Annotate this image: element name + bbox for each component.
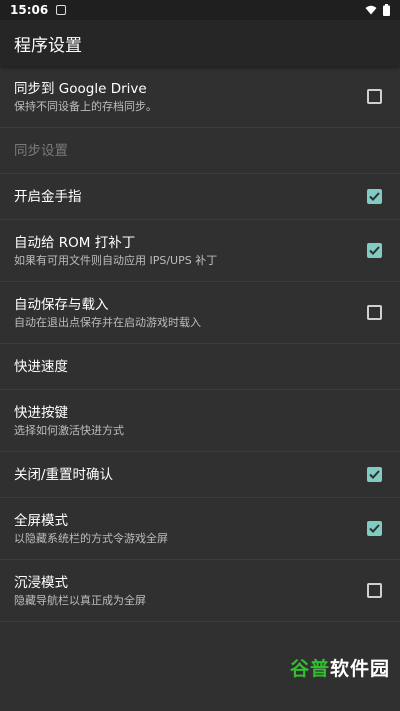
fullscreen-mode-checkbox[interactable] <box>367 521 382 536</box>
check-icon <box>369 524 380 533</box>
settings-list: 同步到 Google Drive 保持不同设备上的存档同步。 同步设置 开启金手… <box>0 66 400 622</box>
setting-enable-cheats[interactable]: 开启金手指 <box>0 174 400 220</box>
setting-title: 同步到 Google Drive <box>14 80 147 97</box>
setting-fast-forward-key[interactable]: 快进按键 选择如何激活快进方式 <box>0 390 400 452</box>
setting-title: 沉浸模式 <box>14 574 68 591</box>
wifi-icon <box>365 5 377 15</box>
sync-google-drive-checkbox[interactable] <box>367 89 382 104</box>
status-time: 15:06 <box>10 3 49 17</box>
setting-confirm-on-close-reset[interactable]: 关闭/重置时确认 <box>0 452 400 498</box>
setting-sync-google-drive[interactable]: 同步到 Google Drive 保持不同设备上的存档同步。 <box>0 66 400 128</box>
setting-summary: 以隐藏系统栏的方式令游戏全屏 <box>14 531 168 545</box>
immersive-mode-checkbox[interactable] <box>367 583 382 598</box>
setting-summary: 选择如何激活快进方式 <box>14 423 124 437</box>
app-bar: 程序设置 <box>0 20 400 66</box>
setting-title: 同步设置 <box>14 142 68 159</box>
setting-fast-forward-speed[interactable]: 快进速度 <box>0 344 400 390</box>
check-icon <box>369 470 380 479</box>
watermark-part2: 软件园 <box>329 658 390 680</box>
setting-title: 快进速度 <box>14 358 68 375</box>
setting-title: 全屏模式 <box>14 512 68 529</box>
check-icon <box>369 246 380 255</box>
notification-icon <box>56 5 67 15</box>
setting-fullscreen-mode[interactable]: 全屏模式 以隐藏系统栏的方式令游戏全屏 <box>0 498 400 560</box>
setting-title: 自动给 ROM 打补丁 <box>14 234 136 251</box>
auto-save-load-checkbox[interactable] <box>367 305 382 320</box>
setting-summary: 隐藏导航栏以真正成为全屏 <box>14 593 146 607</box>
setting-summary: 自动在退出点保存并在启动游戏时载入 <box>14 315 201 329</box>
setting-immersive-mode[interactable]: 沉浸模式 隐藏导航栏以真正成为全屏 <box>0 560 400 622</box>
setting-title: 开启金手指 <box>14 188 82 205</box>
setting-summary: 保持不同设备上的存档同步。 <box>14 99 157 113</box>
setting-title: 快进按键 <box>14 404 68 421</box>
watermark-part1: 谷普 <box>289 658 330 680</box>
status-bar: 15:06 <box>0 0 400 20</box>
setting-summary: 如果有可用文件则自动应用 IPS/UPS 补丁 <box>14 253 218 267</box>
watermark-logo: 谷普 软件园 <box>290 654 390 681</box>
setting-title: 自动保存与载入 <box>14 296 109 313</box>
enable-cheats-checkbox[interactable] <box>367 189 382 204</box>
page-title: 程序设置 <box>14 35 82 56</box>
setting-auto-patch-rom[interactable]: 自动给 ROM 打补丁 如果有可用文件则自动应用 IPS/UPS 补丁 <box>0 220 400 282</box>
battery-icon <box>383 4 390 16</box>
setting-title: 关闭/重置时确认 <box>14 466 114 483</box>
check-icon <box>369 192 380 201</box>
setting-auto-save-load[interactable]: 自动保存与载入 自动在退出点保存并在启动游戏时载入 <box>0 282 400 344</box>
setting-sync-settings: 同步设置 <box>0 128 400 174</box>
auto-patch-rom-checkbox[interactable] <box>367 243 382 258</box>
confirm-on-close-reset-checkbox[interactable] <box>367 467 382 482</box>
